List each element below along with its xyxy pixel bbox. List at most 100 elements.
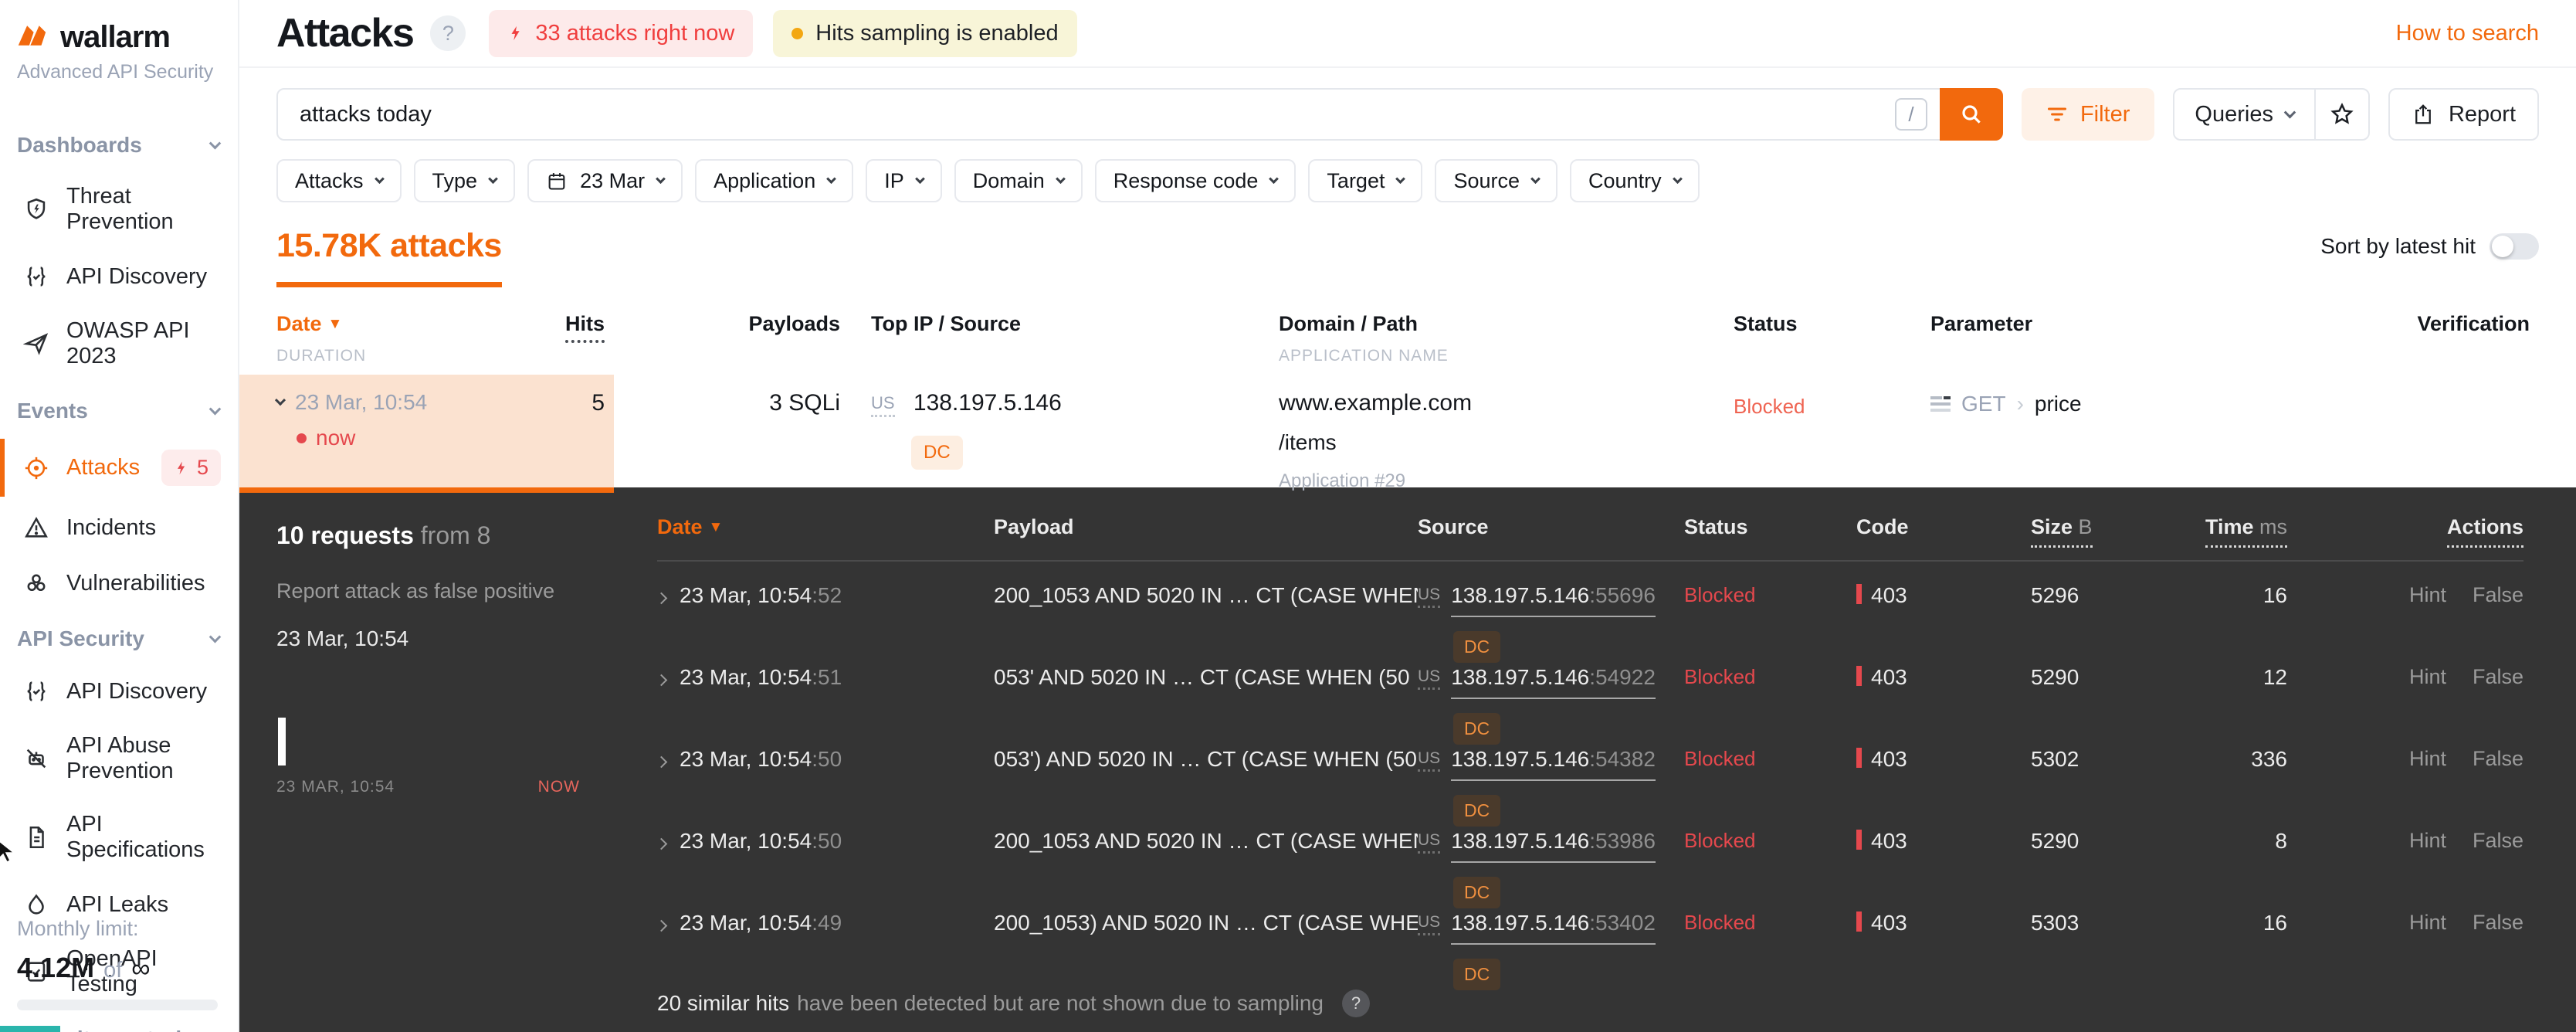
target-icon	[22, 454, 51, 482]
chip-ip[interactable]: IP	[866, 159, 942, 202]
hit-size: 5290	[2031, 665, 2079, 689]
export-icon	[2415, 104, 2431, 124]
false-action[interactable]: False	[2473, 583, 2523, 606]
attacks-right-now-badge[interactable]: 33 attacks right now	[489, 9, 754, 57]
chevron-right-icon	[655, 919, 668, 932]
chevron-down-icon	[1672, 173, 1683, 184]
hint-action[interactable]: Hint	[2409, 911, 2446, 934]
hit-code: 403	[1871, 911, 1907, 935]
col-hits[interactable]: Hits	[564, 312, 605, 343]
code-bar-icon	[1856, 911, 1862, 932]
sidebar-item-owasp-api-2023[interactable]: OWASP API 2023	[0, 304, 238, 383]
hit-source-ip[interactable]: 138.197.5.146:54922	[1451, 665, 1656, 699]
col-top-ip-source: Top IP / Source	[871, 312, 1022, 335]
col-actions[interactable]: Actions	[2446, 515, 2523, 548]
nav-section-api-security[interactable]: API Security	[0, 611, 238, 664]
brand-tagline: Advanced API Security	[17, 61, 214, 83]
sidebar-item-api-discovery-2[interactable]: API Discovery	[0, 664, 238, 719]
hint-action[interactable]: Hint	[2409, 747, 2446, 770]
hit-row[interactable]: 23 Mar, 10:54:52 200_1053 AND 5020 IN … …	[655, 562, 2523, 663]
search-icon	[1962, 105, 1981, 124]
page-title: Attacks	[276, 11, 415, 56]
sort-toggle[interactable]	[2490, 233, 2539, 260]
hit-payload: 053' AND 5020 IN … CT (CASE WHEN (50 …	[994, 665, 1418, 689]
brand-name: wallarm	[60, 20, 171, 54]
histogram-bar	[278, 718, 286, 766]
chip-application[interactable]: Application	[695, 159, 854, 202]
false-action[interactable]: False	[2473, 665, 2523, 688]
slash-shortcut-key: /	[1894, 98, 1927, 131]
attack-row-expanded[interactable]: 23 Mar, 10:54 now 5 3 SQLi US 138.197.5.…	[239, 375, 2576, 493]
sidebar-item-api-abuse-prevention[interactable]: API Abuse Prevention	[0, 719, 238, 798]
country-code: US	[1418, 913, 1441, 935]
hit-source-ip[interactable]: 138.197.5.146:54382	[1451, 747, 1656, 781]
toggle-knob	[2492, 236, 2513, 257]
hint-action[interactable]: Hint	[2409, 583, 2446, 606]
histogram-axis: 23 MAR, 10:54 NOW	[276, 778, 580, 796]
filter-button[interactable]: Filter	[2021, 88, 2155, 141]
col-source: Source	[1418, 515, 1489, 538]
report-false-positive-link[interactable]: Report attack as false positive	[276, 579, 614, 603]
hit-row[interactable]: 23 Mar, 10:54:49 200_1053) AND 5020 IN ……	[655, 889, 2523, 990]
favorite-star-button[interactable]	[2316, 90, 2368, 139]
sidebar-item-threat-prevention[interactable]: Threat Prevention	[0, 170, 238, 249]
hit-row[interactable]: 23 Mar, 10:54:50 200_1053 AND 5020 IN … …	[655, 807, 2523, 908]
country-code: US	[1418, 749, 1441, 772]
chip-target[interactable]: Target	[1308, 159, 1423, 202]
hit-time: 8	[2275, 829, 2287, 853]
chip-type[interactable]: Type	[413, 159, 516, 202]
biohazard-icon	[22, 569, 51, 597]
braces-check-icon	[22, 677, 51, 705]
code-bar-icon	[1856, 584, 1862, 604]
report-button[interactable]: Report	[2388, 88, 2539, 141]
chevron-down-icon	[1395, 173, 1406, 184]
attack-payloads[interactable]: 3 SQLi	[605, 375, 871, 416]
col-date[interactable]: Date ▼	[657, 515, 723, 538]
hit-time: 336	[2251, 747, 2287, 771]
queries-button[interactable]: Queries	[2174, 90, 2314, 139]
attack-source-ip[interactable]: 138.197.5.146	[913, 390, 1062, 416]
false-action[interactable]: False	[2473, 911, 2523, 934]
chip-response-code[interactable]: Response code	[1094, 159, 1296, 202]
hit-source-ip[interactable]: 138.197.5.146:53986	[1451, 829, 1656, 863]
separator-chevron: ›	[2016, 392, 2024, 416]
search-input[interactable]	[278, 101, 1895, 127]
chip-domain[interactable]: Domain	[954, 159, 1083, 202]
chip-source[interactable]: Source	[1435, 159, 1558, 202]
hint-action[interactable]: Hint	[2409, 665, 2446, 688]
false-action[interactable]: False	[2473, 747, 2523, 770]
bot-crossed-icon	[22, 745, 51, 772]
attack-domain: www.example.com	[1279, 390, 1473, 416]
sidebar-item-attacks[interactable]: Attacks 5	[0, 436, 238, 500]
hit-row[interactable]: 23 Mar, 10:54:51 053' AND 5020 IN … CT (…	[655, 643, 2523, 745]
sidebar-item-incidents[interactable]: Incidents	[0, 500, 238, 555]
how-to-search-link[interactable]: How to search	[2396, 21, 2539, 46]
nav-section-dashboards[interactable]: Dashboards	[0, 117, 238, 170]
help-icon[interactable]: ?	[430, 15, 466, 51]
col-date[interactable]: Date ▼	[276, 312, 508, 336]
hit-status: Blocked	[1684, 747, 1756, 770]
attack-date[interactable]: 23 Mar, 10:54	[274, 390, 508, 415]
sidebar-item-vulnerabilities[interactable]: Vulnerabilities	[0, 555, 238, 611]
sidebar-item-api-discovery[interactable]: API Discovery	[0, 249, 238, 304]
false-action[interactable]: False	[2473, 829, 2523, 852]
chip-date[interactable]: 23 Mar	[527, 159, 683, 202]
requests-histogram	[276, 716, 580, 766]
chip-attacks[interactable]: Attacks	[276, 159, 402, 202]
datacenter-badge: DC	[911, 436, 963, 470]
hint-action[interactable]: Hint	[2409, 829, 2446, 852]
sidebar-item-api-specifications[interactable]: API Specifications	[0, 798, 238, 877]
chip-country[interactable]: Country	[1570, 159, 1700, 202]
monthly-limit-progressbar	[17, 1000, 218, 1010]
hit-source-ip[interactable]: 138.197.5.146:55696	[1451, 583, 1656, 617]
attacks-table-header: Date ▼ DURATION Hits Payloads Top IP / So…	[239, 312, 2576, 365]
hit-row[interactable]: 23 Mar, 10:54:50 053') AND 5020 IN … CT …	[655, 725, 2523, 827]
col-time[interactable]: Time ms	[2205, 515, 2287, 548]
attack-application: Application #29	[1279, 470, 1406, 491]
hit-source-ip[interactable]: 138.197.5.146:53402	[1451, 911, 1656, 945]
search-button[interactable]	[1939, 88, 2003, 141]
help-icon[interactable]: ?	[1342, 990, 1370, 1017]
nav-section-events[interactable]: Events	[0, 383, 238, 436]
col-size[interactable]: Size B	[2031, 515, 2093, 548]
brand: wallarm Advanced API Security	[0, 20, 238, 83]
